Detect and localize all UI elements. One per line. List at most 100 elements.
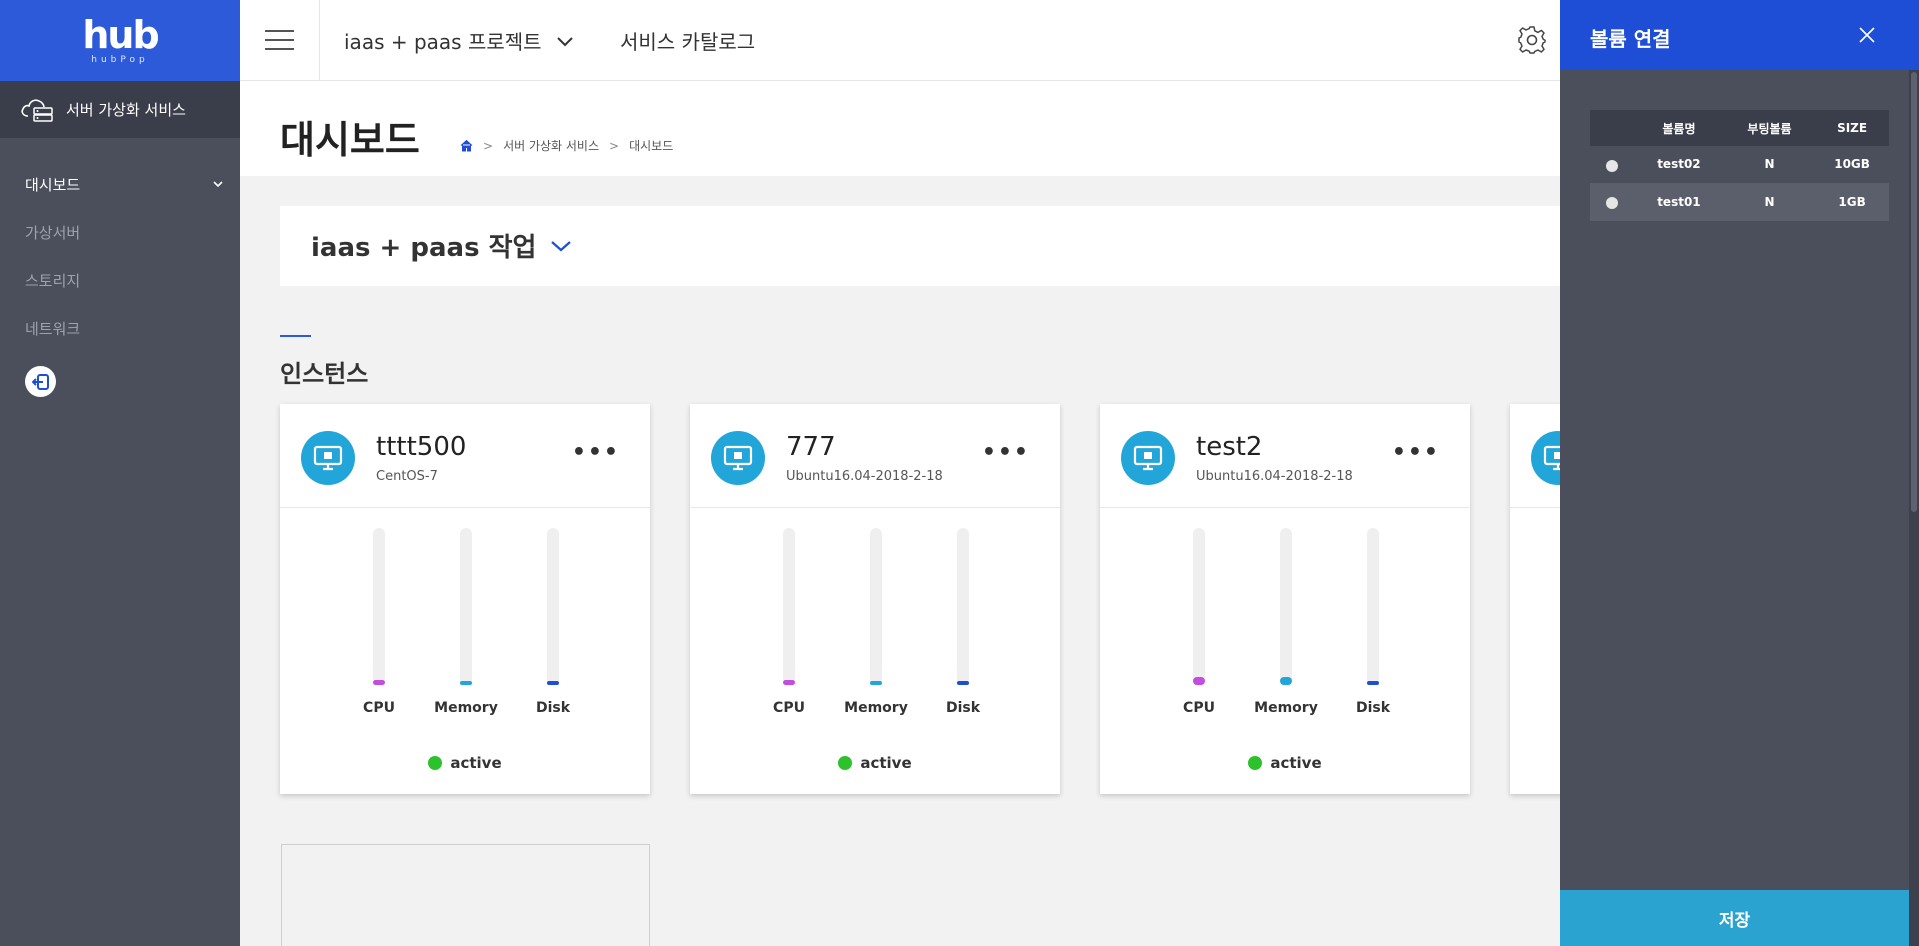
sidebar-item-label: 대시보드: [25, 175, 81, 194]
virtual-machine-icon: [711, 431, 765, 485]
cpu-gauge-fill: [1193, 677, 1205, 685]
cpu-label: CPU: [363, 700, 395, 716]
sidebar: hub hubPop 서버 가상화 서비스 대시보드 가상서버 스토리지 네트워…: [0, 0, 240, 946]
scrollbar-thumb[interactable]: [1911, 72, 1917, 512]
select-column-header: [1590, 110, 1634, 146]
instance-card-placeholder: [281, 844, 650, 946]
breadcrumb-item[interactable]: 대시보드: [629, 137, 673, 154]
column-header-size: SIZE: [1815, 110, 1889, 146]
service-title: 서버 가상화 서비스: [66, 101, 186, 119]
more-options-icon[interactable]: •••: [1392, 440, 1440, 465]
status-text: active: [860, 754, 912, 772]
logout-button[interactable]: [25, 366, 56, 397]
panel-title: 볼륨 연결: [1590, 27, 1671, 51]
sidebar-item-label: 네트워크: [25, 319, 81, 338]
cpu-gauge: [373, 528, 385, 685]
row-select[interactable]: [1590, 183, 1634, 221]
memory-gauge: [460, 528, 472, 685]
panel-header: 볼륨 연결: [1560, 0, 1919, 70]
sidebar-item-virtual-server[interactable]: 가상서버: [0, 208, 240, 256]
sidebar-item-storage[interactable]: 스토리지: [0, 256, 240, 304]
radio-button[interactable]: [1606, 159, 1618, 172]
instance-name[interactable]: 777: [786, 432, 836, 462]
more-options-icon[interactable]: •••: [572, 440, 620, 465]
table-row[interactable]: test02 N 10GB: [1590, 146, 1889, 184]
row-select[interactable]: [1590, 146, 1634, 184]
volume-name: test02: [1634, 146, 1724, 184]
logo-subtext: hubPop: [91, 54, 149, 65]
logo[interactable]: hub hubPop: [0, 0, 240, 81]
cpu-label: CPU: [773, 700, 805, 716]
sidebar-item-dashboard[interactable]: 대시보드: [0, 160, 240, 208]
cpu-gauge-fill: [783, 680, 795, 685]
status-dot: [428, 756, 443, 770]
breadcrumb-separator: >: [483, 138, 494, 153]
instances-section-title: 인스턴스: [280, 360, 369, 388]
sidebar-item-label: 가상서버: [25, 223, 81, 242]
gear-icon[interactable]: [1517, 25, 1547, 55]
memory-gauge-fill: [870, 681, 882, 685]
breadcrumb-item[interactable]: 서버 가상화 서비스: [503, 137, 599, 154]
table-header-row: 볼륨명 부팅볼륨 SIZE: [1590, 110, 1889, 146]
memory-gauge-fill: [460, 681, 472, 685]
page-header: 대시보드 > 서버 가상화 서비스 > 대시보드: [240, 81, 1560, 176]
instance-name[interactable]: test2: [1196, 432, 1262, 462]
instance-name[interactable]: tttt500: [376, 432, 466, 462]
home-icon[interactable]: [460, 139, 473, 152]
sidebar-item-label: 스토리지: [25, 271, 81, 290]
resource-gauges: [690, 528, 1060, 688]
radio-button[interactable]: [1606, 197, 1618, 209]
menu-toggle-button[interactable]: [240, 0, 320, 80]
instance-os: CentOS-7: [376, 469, 438, 484]
disk-gauge: [957, 528, 969, 685]
sidebar-nav: 대시보드 가상서버 스토리지 네트워크: [0, 138, 240, 352]
instance-status: active: [280, 754, 650, 772]
table-row[interactable]: test01 N 1GB: [1590, 183, 1889, 221]
volume-name: test01: [1634, 183, 1724, 221]
boot-volume: N: [1723, 146, 1816, 184]
instance-card[interactable]: 777 Ubuntu16.04-2018-2-18 ••• CPU Memory Disk…: [690, 404, 1060, 794]
chevron-down-icon: [556, 36, 573, 46]
memory-gauge: [1280, 528, 1292, 685]
logout-icon: [31, 373, 49, 390]
breadcrumb-separator: >: [609, 138, 620, 153]
instance-status: active: [690, 754, 1060, 772]
virtual-machine-icon: [301, 431, 355, 485]
instance-status: active: [1100, 754, 1470, 772]
column-header-volume-name: 볼륨명: [1634, 110, 1724, 146]
chevron-down-icon: [551, 240, 572, 251]
instance-card[interactable]: test2 Ubuntu16.04-2018-2-18 ••• CPU Memory Di…: [1100, 404, 1470, 794]
project-selector-label: iaas + paas 프로젝트: [344, 30, 542, 54]
memory-gauge-fill: [1280, 677, 1292, 685]
more-options-icon[interactable]: •••: [982, 440, 1030, 465]
memory-label: Memory: [1254, 700, 1318, 716]
disk-label: Disk: [535, 700, 571, 716]
cloud-server-icon: [21, 98, 53, 122]
disk-gauge-fill: [957, 681, 969, 685]
resource-gauges: [1100, 528, 1470, 688]
instance-card[interactable]: tttt500 CentOS-7 ••• CPU Memory Disk active: [280, 404, 650, 794]
disk-gauge-fill: [547, 681, 559, 685]
project-dropdown[interactable]: iaas + paas 작업: [311, 227, 572, 264]
project-selector[interactable]: iaas + paas 프로젝트: [344, 26, 574, 55]
memory-label: Memory: [434, 700, 498, 716]
instance-card-header: tttt500 CentOS-7 •••: [280, 404, 650, 508]
save-button[interactable]: 저장: [1560, 890, 1909, 946]
close-icon[interactable]: [1857, 25, 1877, 45]
breadcrumb: > 서버 가상화 서비스 > 대시보드: [460, 137, 673, 154]
chevron-down-icon: [213, 181, 223, 188]
status-dot: [838, 756, 853, 770]
instance-os: Ubuntu16.04-2018-2-18: [1196, 469, 1353, 484]
disk-gauge-fill: [1367, 681, 1379, 685]
volume-size: 1GB: [1815, 183, 1889, 221]
instance-card-header: test2 Ubuntu16.04-2018-2-18 •••: [1100, 404, 1470, 508]
column-header-boot-volume: 부팅볼륨: [1723, 110, 1816, 146]
panel-scrollbar[interactable]: [1909, 70, 1919, 946]
project-card: iaas + paas 작업: [280, 206, 1560, 286]
disk-gauge: [547, 528, 559, 685]
disk-label: Disk: [945, 700, 981, 716]
sidebar-item-network[interactable]: 네트워크: [0, 304, 240, 352]
service-catalog-link[interactable]: 서비스 카탈로그: [620, 26, 755, 55]
service-header: 서버 가상화 서비스: [0, 81, 240, 138]
disk-label: Disk: [1355, 700, 1391, 716]
